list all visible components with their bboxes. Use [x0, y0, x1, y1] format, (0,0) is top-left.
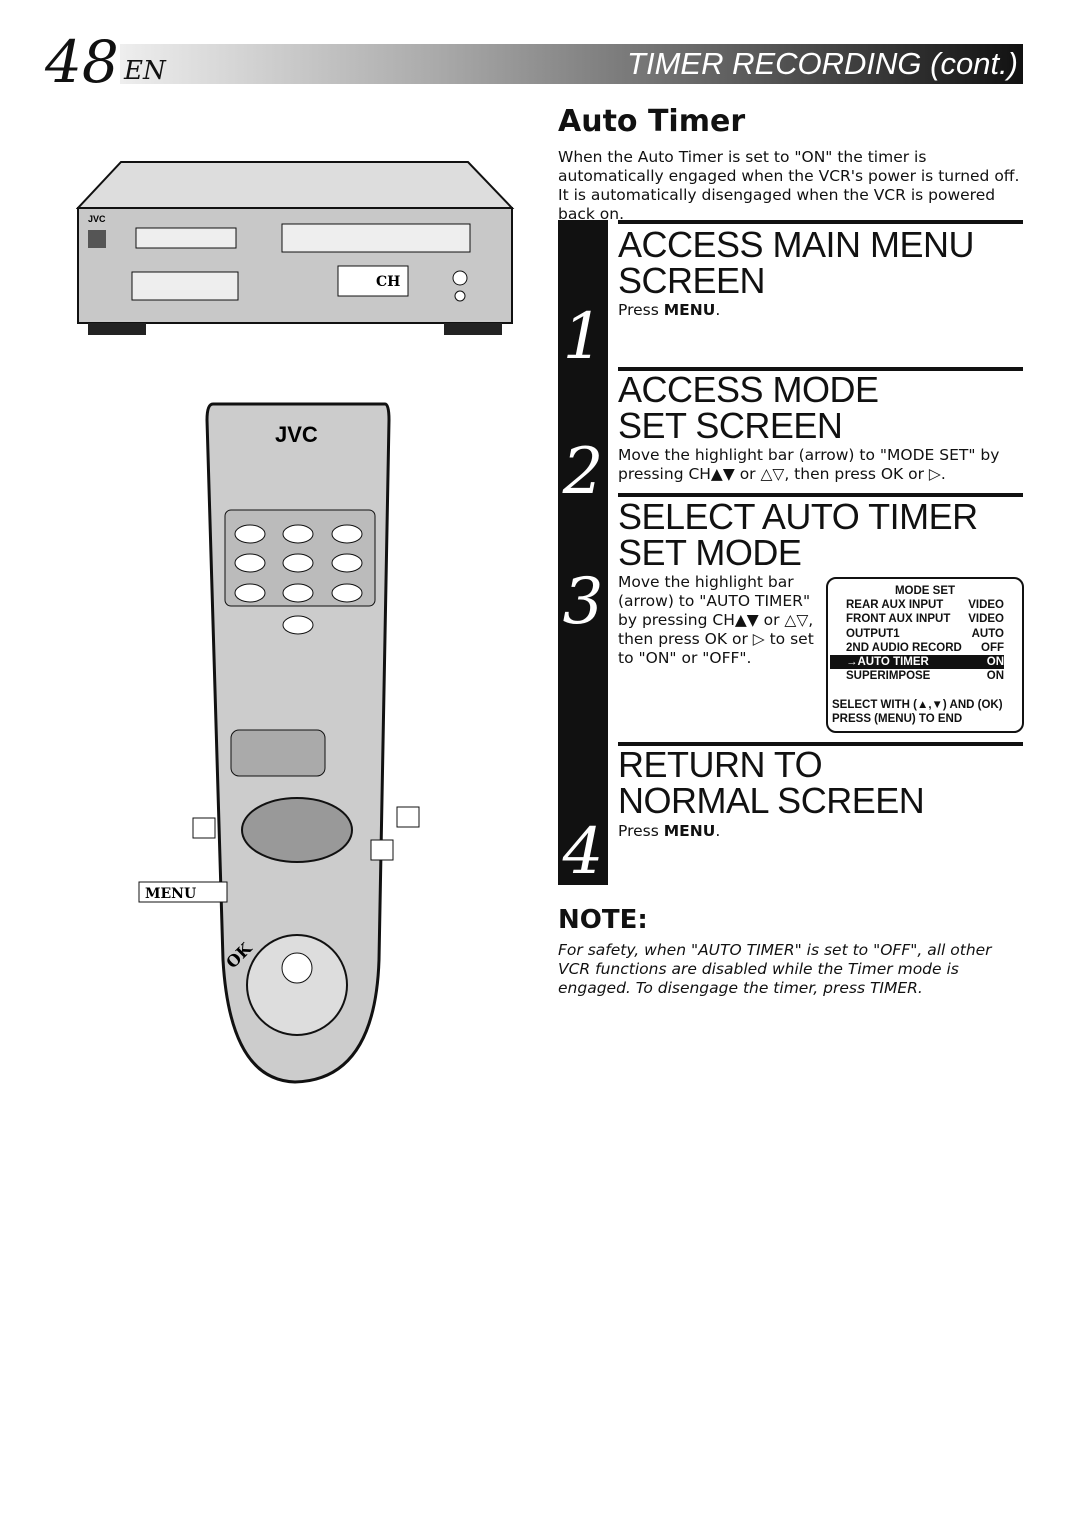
- osd-label: →AUTO TIMER: [846, 656, 929, 669]
- step-text: Move the highlight bar (arrow) to "AUTO …: [618, 573, 814, 667]
- osd-footer: PRESS (MENU) TO END: [832, 712, 963, 725]
- page-heading: Auto Timer: [558, 104, 746, 139]
- step-number: 1: [562, 300, 604, 374]
- osd-row: REAR AUX INPUT VIDEO: [828, 598, 1022, 612]
- step-number: 4: [562, 815, 604, 889]
- osd-value: ON: [986, 656, 1004, 669]
- osd-label: FRONT AUX INPUT: [846, 613, 951, 626]
- osd-label: 2ND AUDIO RECORD: [846, 641, 962, 654]
- osd-row: SUPERIMPOSE ON: [828, 669, 1022, 683]
- intro-text: When the Auto Timer is set to "ON" the t…: [558, 148, 1020, 223]
- osd-footer: SELECT WITH (▲,▼) AND (OK): [832, 698, 1003, 711]
- osd-row: →AUTO TIMER ON: [830, 655, 1004, 670]
- osd-value: VIDEO: [968, 599, 1004, 611]
- section-title: TIMER RECORDING (cont.): [627, 46, 1018, 81]
- step-number-bar: 1 2 3 4: [558, 220, 608, 889]
- mode-set-screen: MODE SET REAR AUX INPUT VIDEO FRONT AUX IN…: [826, 577, 1024, 733]
- osd-value: VIDEO: [968, 613, 1004, 626]
- note-text: For safety, when "AUTO TIMER" is set to …: [558, 941, 992, 997]
- manual-page: 48 EN TIMER RECORDING (cont.) JVC CH JVC…: [0, 0, 1080, 1526]
- svg-text:JVC: JVC: [275, 422, 318, 447]
- step-number: 3: [562, 565, 604, 639]
- osd-row: 2ND AUDIO RECORD OFF: [828, 641, 1022, 655]
- ch-label: CH: [376, 274, 400, 290]
- osd-value: OFF: [981, 641, 1004, 654]
- step-text: Press MENU.: [618, 822, 721, 840]
- note-title: NOTE:: [558, 905, 648, 935]
- language-label: EN: [124, 56, 166, 86]
- osd-row: FRONT AUX INPUT VIDEO: [828, 612, 1022, 626]
- osd-value: ON: [986, 670, 1004, 683]
- osd-label: OUTPUT1: [846, 627, 900, 640]
- step-heading: SELECT AUTO TIMER SET MODE: [618, 496, 978, 573]
- step-heading: ACCESS MODE SET SCREEN: [618, 369, 879, 446]
- osd-value: AUTO: [971, 627, 1004, 640]
- step-text: Move the highlight bar (arrow) to "MODE …: [618, 446, 1000, 483]
- step-heading: RETURN TO NORMAL SCREEN: [618, 744, 925, 821]
- svg-text:JVC: JVC: [88, 214, 106, 224]
- osd-label: SUPERIMPOSE: [846, 670, 931, 683]
- remote-illustration: JVC MENU OK: [138, 402, 420, 1084]
- step-heading: ACCESS MAIN MENU SCREEN: [618, 224, 975, 301]
- osd-label: REAR AUX INPUT: [846, 599, 944, 611]
- menu-label: MENU: [145, 886, 196, 902]
- step-number: 2: [562, 435, 604, 509]
- page-number: 48: [45, 28, 119, 96]
- vcr-illustration: JVC CH: [76, 161, 515, 335]
- osd-title: MODE SET: [894, 585, 956, 597]
- osd-row: OUTPUT1 AUTO: [828, 627, 1022, 641]
- step-text: Press MENU.: [618, 301, 721, 319]
